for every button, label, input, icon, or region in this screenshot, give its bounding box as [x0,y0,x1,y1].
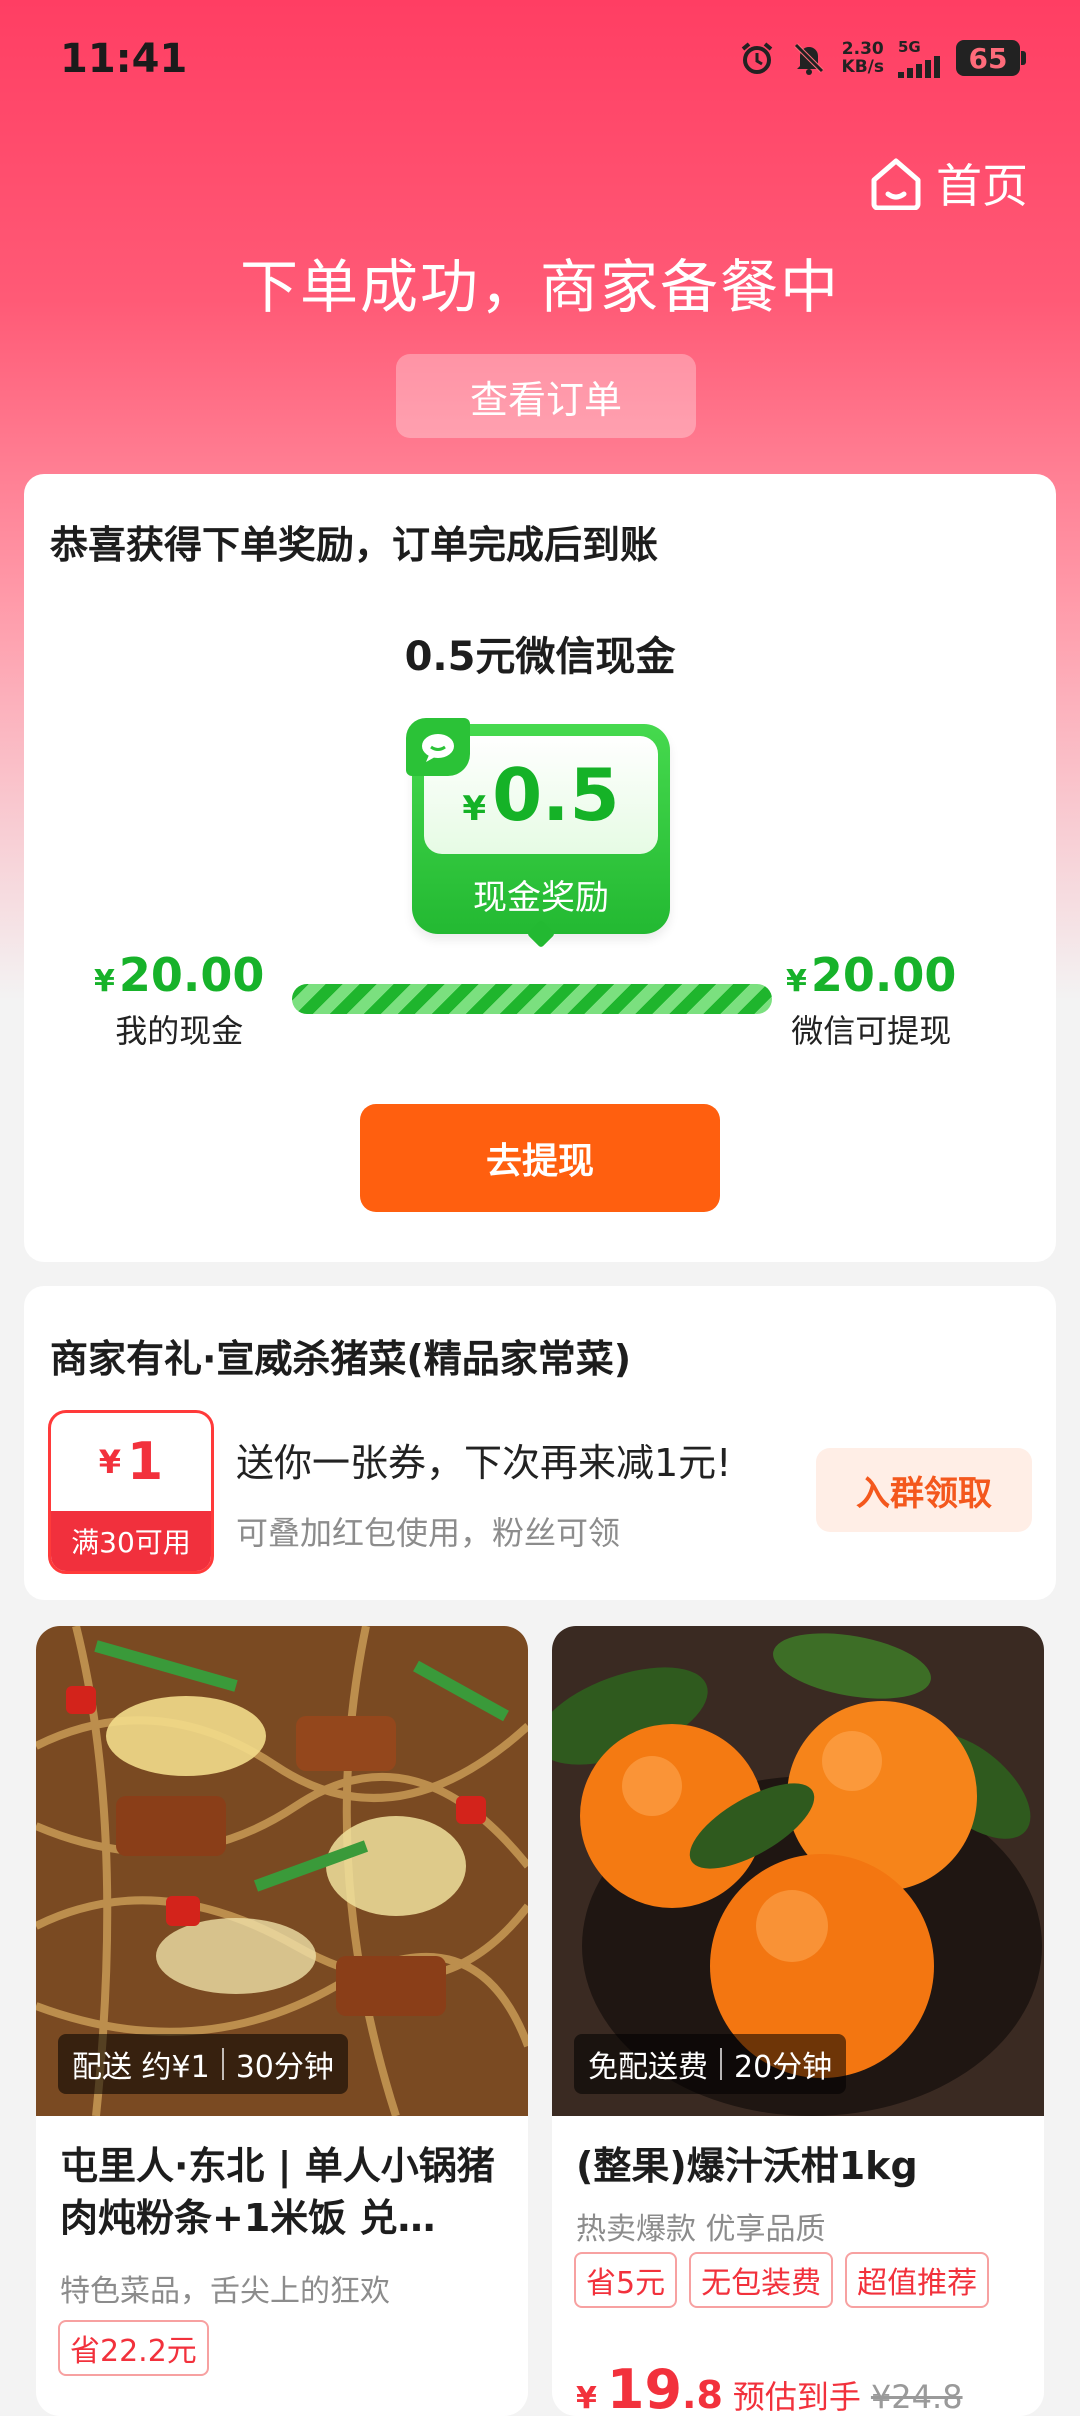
home-label: 首页 [936,159,1028,213]
product-card[interactable]: 免配送费 20分钟 (整果)爆汁沃柑1kg 热卖爆款 优享品质 省5元 无包装费… [552,1626,1044,2416]
wechat-icon [406,718,470,776]
price-estimate-label: 预估到手 [732,2378,861,2416]
my-cash-currency: ¥ [94,964,115,999]
cash-progress-bar [292,984,772,1014]
coupon-sub: 可叠加红包使用，粉丝可领 [236,1514,621,1552]
delivery-fee: 免配送费 [588,2050,708,2085]
my-cash-label: 我的现金 [115,1012,244,1050]
status-bar: 11:41 2.30 KB/s 5G 65 [0,0,1080,110]
signal-icon [898,56,940,78]
delivery-time: 20分钟 [734,2050,833,2085]
coupon-condition: 满30可用 [51,1511,211,1571]
coupon-currency: ¥ [98,1443,122,1481]
merchant-gift-card: 商家有礼·宣威杀猪菜(精品家常菜) ¥1 满30可用 送你一张券，下次再来减1元… [24,1286,1056,1600]
cash-reward-caption: 现金奖励 [473,878,609,918]
cash-reward-currency: ¥ [462,789,487,829]
battery-level: 65 [968,41,1008,75]
price-int: 19 [606,2358,683,2416]
product-tags: 省5元 无包装费 超值推荐 [574,2252,990,2308]
home-link[interactable]: 首页 [868,150,1028,216]
price-original: ¥24.8 [870,2378,963,2416]
cash-reward-value: 0.5 [492,753,620,837]
coupon-value: 1 [127,1432,164,1492]
product-image: 配送 约¥1 30分钟 [36,1626,528,2116]
withdrawable-currency: ¥ [786,964,807,999]
merchant-title: 商家有礼·宣威杀猪菜(精品家常菜) [50,1337,632,1381]
price-currency: ¥ [576,2381,597,2416]
delivery-tag: 免配送费 20分钟 [574,2034,847,2094]
product-tag: 省5元 [574,2252,678,2308]
reward-card: 恭喜获得下单奖励，订单完成后到账 0.5元微信现金 ¥ 0.5 现金奖励 ¥20… [24,474,1056,1262]
my-cash-value: 20.00 [118,948,265,1002]
my-cash: ¥20.00 我的现金 [94,948,264,1052]
battery-icon: 65 [956,40,1026,76]
product-title: 屯里人·东北 | 单人小锅猪肉炖粉条+1米饭 兑… [60,2144,495,2240]
price-value: 19.8 [607,2358,723,2416]
withdrawable-cash: ¥20.00 微信可提现 [786,948,956,1052]
join-group-button[interactable]: 入群领取 [816,1448,1032,1532]
net-speed-unit: KB/s [841,57,884,77]
mute-bell-icon [790,39,828,77]
price-dec: .8 [682,2373,723,2416]
network-type: 5G [898,38,921,56]
status-icons: 2.30 KB/s 5G 65 [738,38,1026,78]
delivery-tag: 配送 约¥1 30分钟 [58,2034,348,2094]
view-order-button[interactable]: 查看订单 [396,354,696,438]
home-icon [871,158,921,210]
net-speed: 2.30 KB/s [842,40,884,76]
reward-amount: 0.5元微信现金 [404,634,676,680]
product-tag: 无包装费 [689,2252,834,2308]
alarm-icon [738,39,776,77]
withdrawable-label: 微信可提现 [791,1012,952,1050]
reward-title: 恭喜获得下单奖励，订单完成后到账 [50,523,659,567]
product-tags: 省22.2元 [58,2320,209,2376]
withdraw-button[interactable]: 去提现 [360,1104,720,1212]
product-image: 免配送费 20分钟 [552,1626,1044,2116]
product-price: ¥ 19.8 预估到手 ¥24.8 [576,2358,963,2416]
product-tag: 超值推荐 [845,2252,990,2308]
delivery-fee: 配送 约¥1 [72,2050,210,2085]
product-title: (整果)爆汁沃柑1kg [576,2144,918,2188]
net-speed-value: 2.30 [841,39,884,59]
product-subtitle: 特色菜品，舌尖上的狂欢 [60,2274,390,2309]
status-time: 11:41 [60,36,188,82]
withdrawable-value: 20.00 [810,948,957,1002]
coupon-desc: 送你一张券，下次再来减1元! [236,1441,732,1485]
product-tag: 省22.2元 [58,2320,209,2376]
coupon: ¥1 满30可用 [48,1410,214,1574]
product-card[interactable]: 配送 约¥1 30分钟 屯里人·东北 | 单人小锅猪肉炖粉条+1米饭 兑… 特色… [36,1626,528,2416]
signal-group: 5G [898,38,942,78]
product-subtitle: 热卖爆款 优享品质 [576,2212,826,2247]
cash-reward-badge: ¥ 0.5 现金奖励 [406,718,670,934]
delivery-time: 30分钟 [235,2050,334,2085]
page-title: 下单成功，商家备餐中 [239,253,840,321]
